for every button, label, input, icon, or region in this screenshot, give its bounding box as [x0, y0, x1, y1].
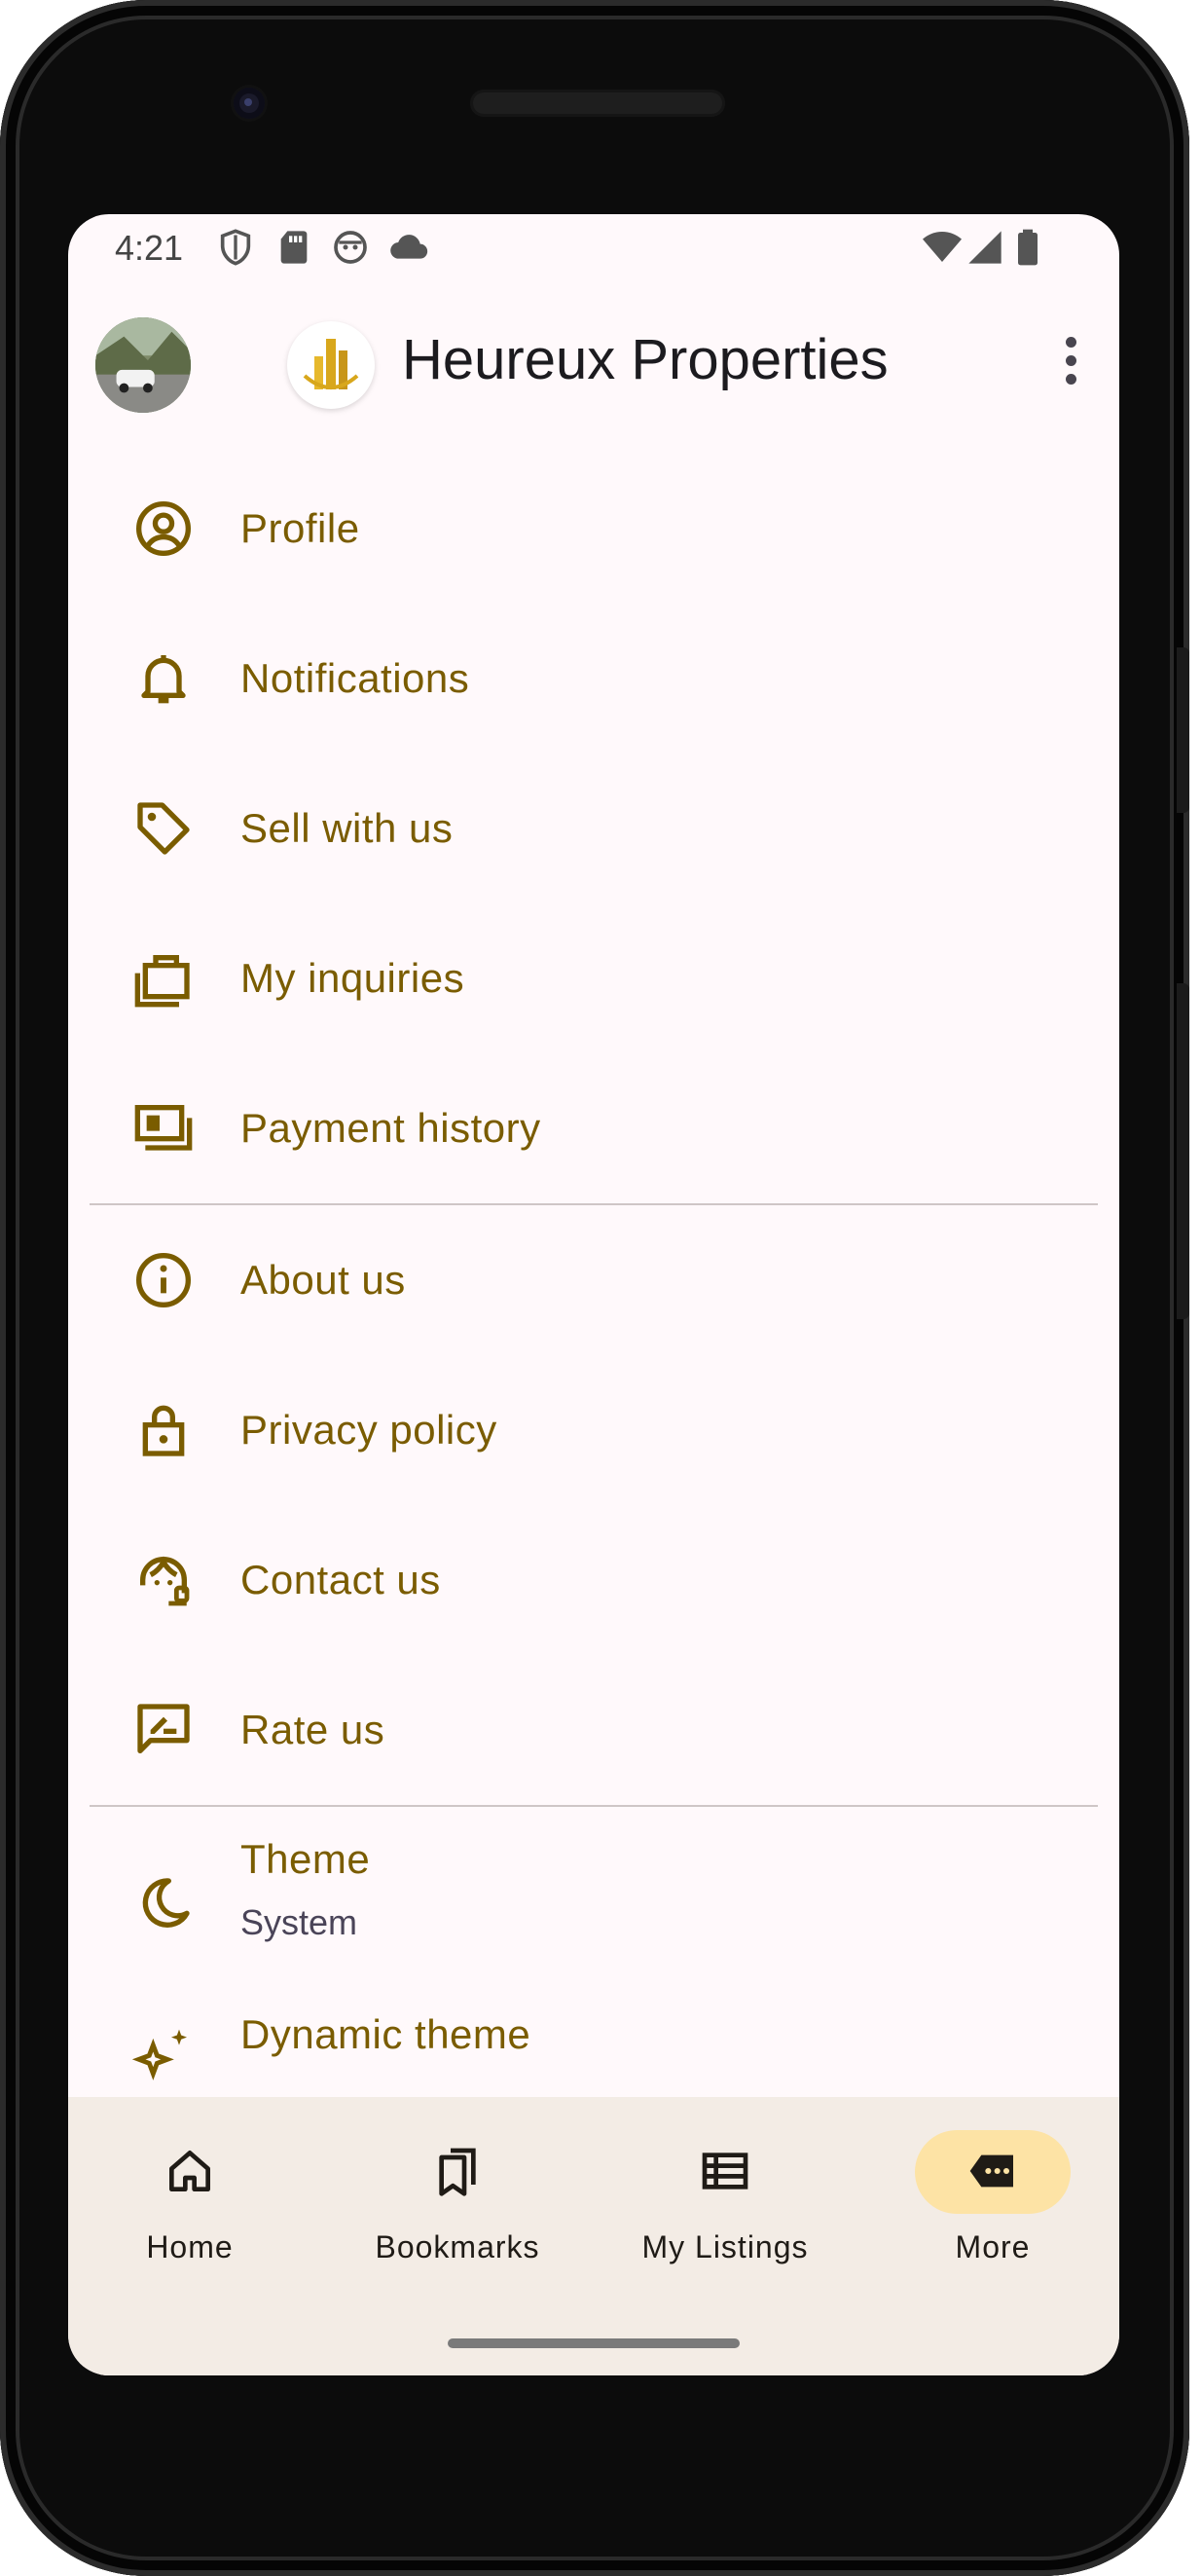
- front-camera: [234, 88, 265, 119]
- app-screen: 4:21 Heureux Properties Profile Notifica…: [68, 214, 1119, 2375]
- menu-label: About us: [240, 1257, 406, 1303]
- menu-item-rate-us[interactable]: Rate us: [68, 1655, 1119, 1805]
- menu-item-payment-history[interactable]: Payment history: [68, 1053, 1119, 1203]
- lock-icon: [132, 1399, 195, 1461]
- home-icon: [163, 2144, 217, 2198]
- menu-label: My inquiries: [240, 955, 465, 1001]
- nav-label: More: [955, 2229, 1031, 2264]
- nav-label: My Listings: [641, 2229, 809, 2264]
- menu-item-dynamic-theme[interactable]: Dynamic theme: [68, 2002, 1119, 2089]
- status-time: 4:21: [115, 228, 184, 268]
- menu-label: Notifications: [240, 655, 470, 701]
- list-icon: [698, 2144, 752, 2198]
- power-button: [1177, 647, 1189, 813]
- menu-item-my-inquiries[interactable]: My inquiries: [68, 903, 1119, 1053]
- menu-item-sell-with-us[interactable]: Sell with us: [68, 754, 1119, 903]
- nav-label: Home: [146, 2229, 234, 2264]
- status-bar: 4:21: [68, 214, 1119, 280]
- more-chat-icon: [965, 2144, 1020, 2198]
- earpiece-speaker: [470, 90, 725, 117]
- bookmarks-icon: [430, 2144, 485, 2198]
- menu-item-about-us[interactable]: About us: [68, 1205, 1119, 1355]
- menu-item-profile[interactable]: Profile: [68, 454, 1119, 604]
- payments-icon: [132, 1097, 195, 1159]
- menu-label: Contact us: [240, 1557, 441, 1602]
- top-app-bar: Heureux Properties: [68, 302, 1119, 419]
- gesture-handle[interactable]: [448, 2338, 740, 2348]
- menu-label: Payment history: [240, 1105, 541, 1151]
- nav-home[interactable]: Home: [92, 2130, 287, 2276]
- avatar[interactable]: [95, 317, 191, 413]
- volume-button: [1177, 983, 1189, 1319]
- nav-bookmarks[interactable]: Bookmarks: [360, 2130, 555, 2276]
- app-title: Heureux Properties: [402, 328, 889, 391]
- tag-icon: [132, 797, 195, 860]
- info-icon: [132, 1249, 195, 1311]
- menu-item-privacy-policy[interactable]: Privacy policy: [68, 1355, 1119, 1505]
- more-vert-icon[interactable]: [1063, 337, 1078, 391]
- moon-icon: [132, 1873, 195, 1935]
- menu-item-contact-us[interactable]: Contact us: [68, 1505, 1119, 1655]
- menu-item-theme[interactable]: Theme System: [68, 1807, 1119, 2002]
- heureux-logo: [287, 321, 375, 409]
- menu-label: Theme: [240, 1836, 371, 1882]
- cloud-icon: [389, 228, 428, 267]
- shield-icon: [216, 228, 255, 267]
- battery-icon: [1008, 228, 1047, 267]
- nav-my-listings[interactable]: My Listings: [628, 2130, 822, 2276]
- menu-label: Sell with us: [240, 805, 454, 851]
- account-circle-icon: [132, 497, 195, 560]
- theme-value: System: [240, 1902, 358, 1942]
- rate-review-icon: [132, 1699, 195, 1761]
- support-agent-icon: [132, 1549, 195, 1611]
- menu-label: Privacy policy: [240, 1407, 497, 1453]
- signal-icon: [965, 228, 1004, 267]
- nav-more[interactable]: More: [895, 2130, 1090, 2276]
- bell-icon: [132, 647, 195, 710]
- menu-label: Dynamic theme: [240, 2011, 531, 2057]
- menu-label: Rate us: [240, 1707, 385, 1752]
- menu-item-notifications[interactable]: Notifications: [68, 604, 1119, 754]
- bottom-navigation: Home Bookmarks My Listings More: [68, 2097, 1119, 2375]
- briefcase-icon: [132, 947, 195, 1010]
- phone-frame: 4:21 Heureux Properties Profile Notifica…: [0, 0, 1189, 2576]
- settings-menu: Profile Notifications Sell with us My in…: [68, 454, 1119, 2089]
- menu-label: Profile: [240, 505, 360, 551]
- sparkle-icon: [131, 2019, 195, 2081]
- wifi-icon: [923, 228, 962, 267]
- android-face-icon: [331, 228, 370, 267]
- sd-card-icon: [274, 228, 313, 267]
- nav-label: Bookmarks: [375, 2229, 540, 2264]
